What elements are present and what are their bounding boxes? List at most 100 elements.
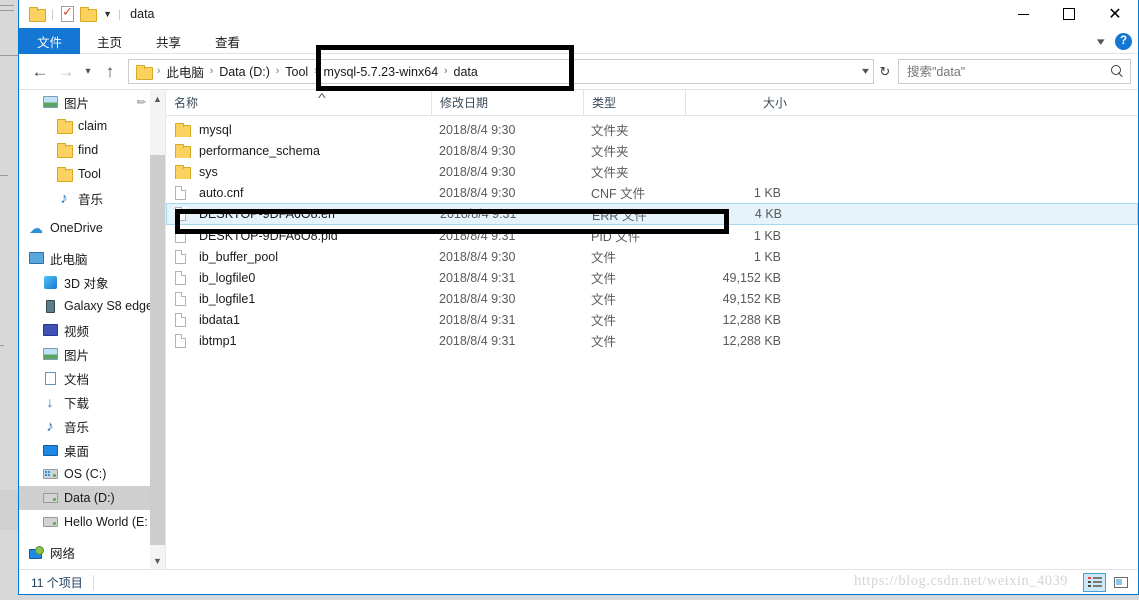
- sidebar-item-tool[interactable]: Tool: [19, 162, 151, 186]
- breadcrumb-item-data[interactable]: data: [450, 65, 482, 79]
- table-row[interactable]: auto.cnf 2018/8/4 9:30 CNF 文件 1 KB: [166, 182, 1138, 203]
- maximize-button[interactable]: [1046, 0, 1092, 28]
- back-button[interactable]: ←: [27, 59, 53, 85]
- phone-icon: [41, 297, 59, 315]
- tab-share[interactable]: 共享: [139, 28, 198, 54]
- properties-icon[interactable]: [60, 4, 75, 22]
- breadcrumb-item-this-pc[interactable]: 此电脑: [162, 62, 208, 81]
- column-header-date[interactable]: 修改日期: [431, 89, 583, 115]
- details-view-icon: [1087, 577, 1102, 588]
- column-header-size[interactable]: 大小: [685, 89, 787, 115]
- ribbon-tab-bar: 文件 主页 共享 查看 ▾ ?: [19, 28, 1138, 54]
- breadcrumb-separator[interactable]: ›: [442, 65, 449, 77]
- pin-icon[interactable]: ✐: [133, 94, 149, 110]
- breadcrumb-dropdown-icon[interactable]: ▾: [862, 60, 869, 83]
- file-type-cell: CNF 文件: [591, 187, 646, 201]
- new-folder-icon[interactable]: [80, 7, 98, 22]
- large-icons-view-button[interactable]: [1109, 573, 1132, 592]
- file-name-label: performance_schema: [199, 143, 320, 158]
- file-name-cell: DESKTOP-9DFA6O8.err: [167, 207, 432, 221]
- folder-icon[interactable]: [29, 7, 46, 22]
- breadcrumb-item-mysql[interactable]: mysql-5.7.23-winx64: [320, 65, 443, 79]
- sidebar-item-[interactable]: 图片 ✐: [19, 90, 151, 114]
- sidebar-item-[interactable]: ♪ 音乐: [19, 414, 151, 438]
- close-button[interactable]: ✕: [1092, 0, 1138, 28]
- table-row[interactable]: performance_schema 2018/8/4 9:30 文件夹: [166, 140, 1138, 161]
- table-row[interactable]: ib_logfile1 2018/8/4 9:30 文件 49,152 KB: [166, 288, 1138, 309]
- search-icon[interactable]: [1111, 65, 1124, 78]
- breadcrumb-item-tool[interactable]: Tool: [281, 65, 312, 79]
- folder-icon: [55, 141, 73, 159]
- navigation-scrollbar[interactable]: ▲ ▼: [150, 90, 165, 569]
- minimize-button[interactable]: [1000, 0, 1046, 28]
- table-row[interactable]: ibdata1 2018/8/4 9:31 文件 12,288 KB: [166, 309, 1138, 330]
- sidebar-item-data-d[interactable]: Data (D:): [19, 486, 151, 510]
- tab-home[interactable]: 主页: [80, 28, 139, 54]
- file-date-cell: 2018/8/4 9:31: [440, 207, 517, 221]
- up-button[interactable]: ↑: [97, 59, 123, 85]
- sidebar-item-3d[interactable]: 3D 对象: [19, 270, 151, 294]
- search-box[interactable]: [898, 59, 1131, 84]
- window-controls: ✕: [1000, 0, 1138, 28]
- recent-locations-button[interactable]: ▾: [79, 59, 97, 85]
- breadcrumb-separator[interactable]: ›: [208, 65, 215, 77]
- item-count-label: 11 个项目: [31, 575, 83, 590]
- chevron-down-icon[interactable]: ▾: [1097, 35, 1105, 48]
- sort-ascending-icon: ˄: [317, 91, 327, 102]
- address-toolbar: ← → ▾ ↑ › 此电脑 › Data (D:) › Tool › mysql…: [19, 54, 1138, 89]
- sidebar-item-galaxy-s8-edge[interactable]: Galaxy S8 edge: [19, 294, 151, 318]
- breadcrumb-separator[interactable]: ›: [274, 65, 281, 77]
- chevron-down-icon[interactable]: ▼: [103, 9, 112, 19]
- sidebar-item-[interactable]: ♪ 音乐: [19, 186, 151, 210]
- breadcrumb-separator[interactable]: ›: [155, 65, 162, 77]
- table-row[interactable]: ib_logfile0 2018/8/4 9:31 文件 49,152 KB: [166, 267, 1138, 288]
- sidebar-item-label: 桌面: [64, 444, 90, 459]
- column-header-name[interactable]: 名称: [166, 89, 431, 115]
- sidebar-item-[interactable]: ↓ 下载: [19, 390, 151, 414]
- breadcrumb-separator[interactable]: ›: [312, 65, 319, 77]
- refresh-button[interactable]: ↻: [874, 59, 896, 84]
- scroll-down-icon[interactable]: ▼: [150, 552, 165, 569]
- tab-file[interactable]: 文件: [19, 28, 81, 54]
- sidebar-item-label: 网络: [50, 546, 76, 561]
- file-icon: [175, 312, 192, 327]
- file-date-cell: 2018/8/4 9:31: [439, 333, 516, 348]
- table-row[interactable]: ib_buffer_pool 2018/8/4 9:30 文件 1 KB: [166, 246, 1138, 267]
- sidebar-item-hello-world-e[interactable]: Hello World (E:: [19, 510, 151, 534]
- table-row[interactable]: mysql 2018/8/4 9:30 文件夹: [166, 119, 1138, 140]
- search-input[interactable]: [907, 64, 1111, 79]
- documents-icon: [41, 369, 59, 387]
- scroll-up-icon[interactable]: ▲: [150, 90, 165, 107]
- file-size-cell: 12,288 KB: [722, 312, 781, 327]
- column-header-type[interactable]: 类型: [583, 89, 685, 115]
- sidebar-item-[interactable]: 文档: [19, 366, 151, 390]
- sidebar-item-[interactable]: 此电脑: [19, 246, 151, 270]
- qat-divider-1: |: [51, 7, 55, 21]
- scrollbar-thumb[interactable]: [150, 155, 165, 545]
- table-row[interactable]: DESKTOP-9DFA6O8.err 2018/8/4 9:31 ERR 文件 4 …: [166, 203, 1138, 225]
- table-row[interactable]: ibtmp1 2018/8/4 9:31 文件 12,288 KB: [166, 330, 1138, 351]
- folder-icon: [175, 122, 192, 137]
- breadcrumb-item-data-d[interactable]: Data (D:): [215, 65, 274, 79]
- details-view-button[interactable]: [1083, 573, 1106, 592]
- sidebar-item-os-c[interactable]: OS (C:): [19, 462, 151, 486]
- file-size-cell: 1 KB: [753, 249, 781, 264]
- file-name-label: mysql: [199, 122, 232, 137]
- sidebar-item-find[interactable]: find: [19, 138, 151, 162]
- sidebar-item-label: Data (D:): [64, 491, 115, 505]
- sidebar-item-claim[interactable]: claim: [19, 114, 151, 138]
- file-icon: [175, 291, 192, 306]
- breadcrumb[interactable]: › 此电脑 › Data (D:) › Tool › mysql-5.7.23-…: [128, 59, 874, 84]
- table-row[interactable]: sys 2018/8/4 9:30 文件夹: [166, 161, 1138, 182]
- help-icon[interactable]: ?: [1115, 32, 1132, 50]
- sidebar-item-[interactable]: 视频: [19, 318, 151, 342]
- sidebar-item-[interactable]: 网络: [19, 540, 151, 564]
- sidebar-item-[interactable]: 桌面: [19, 438, 151, 462]
- table-row[interactable]: DESKTOP-9DFA6O8.pid 2018/8/4 9:31 PID 文件 1 …: [166, 225, 1138, 246]
- backdrop-line-mid: [0, 55, 18, 56]
- forward-button[interactable]: →: [53, 59, 79, 85]
- sidebar-item-[interactable]: 图片: [19, 342, 151, 366]
- tab-view[interactable]: 查看: [198, 28, 257, 54]
- file-date-cell: 2018/8/4 9:30: [439, 185, 516, 200]
- sidebar-item-onedrive[interactable]: ☁ OneDrive: [19, 216, 151, 240]
